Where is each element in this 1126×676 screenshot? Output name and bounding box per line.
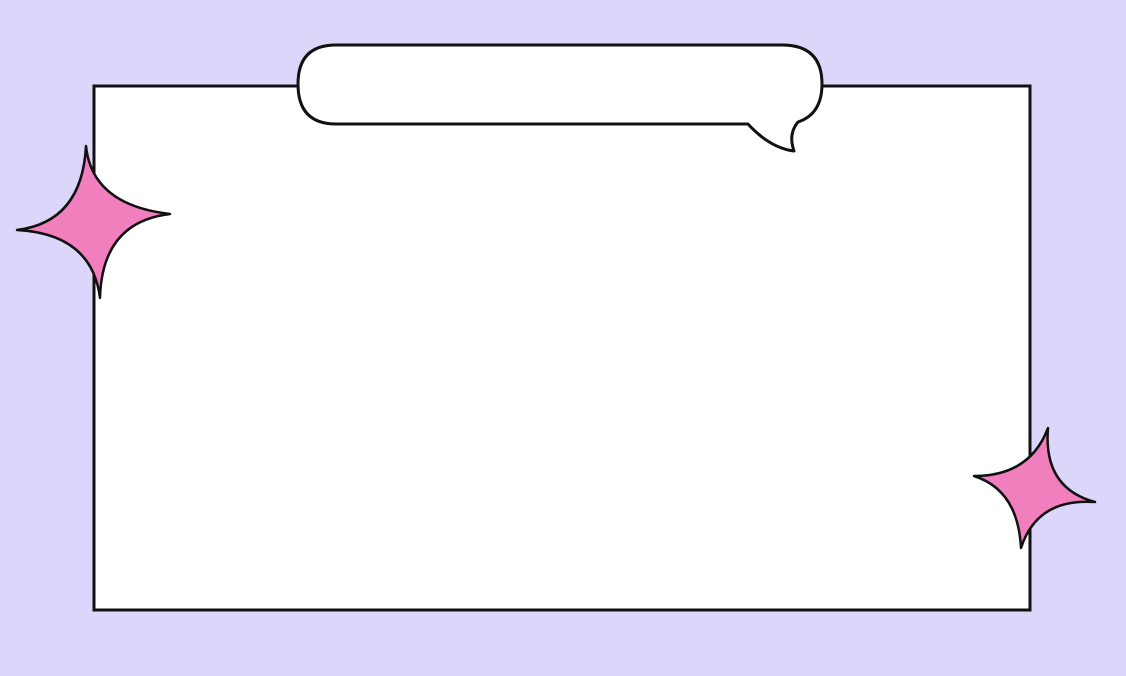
card-text	[140, 170, 986, 580]
speech-bubble-text	[320, 50, 800, 116]
frame-template	[0, 0, 1126, 676]
